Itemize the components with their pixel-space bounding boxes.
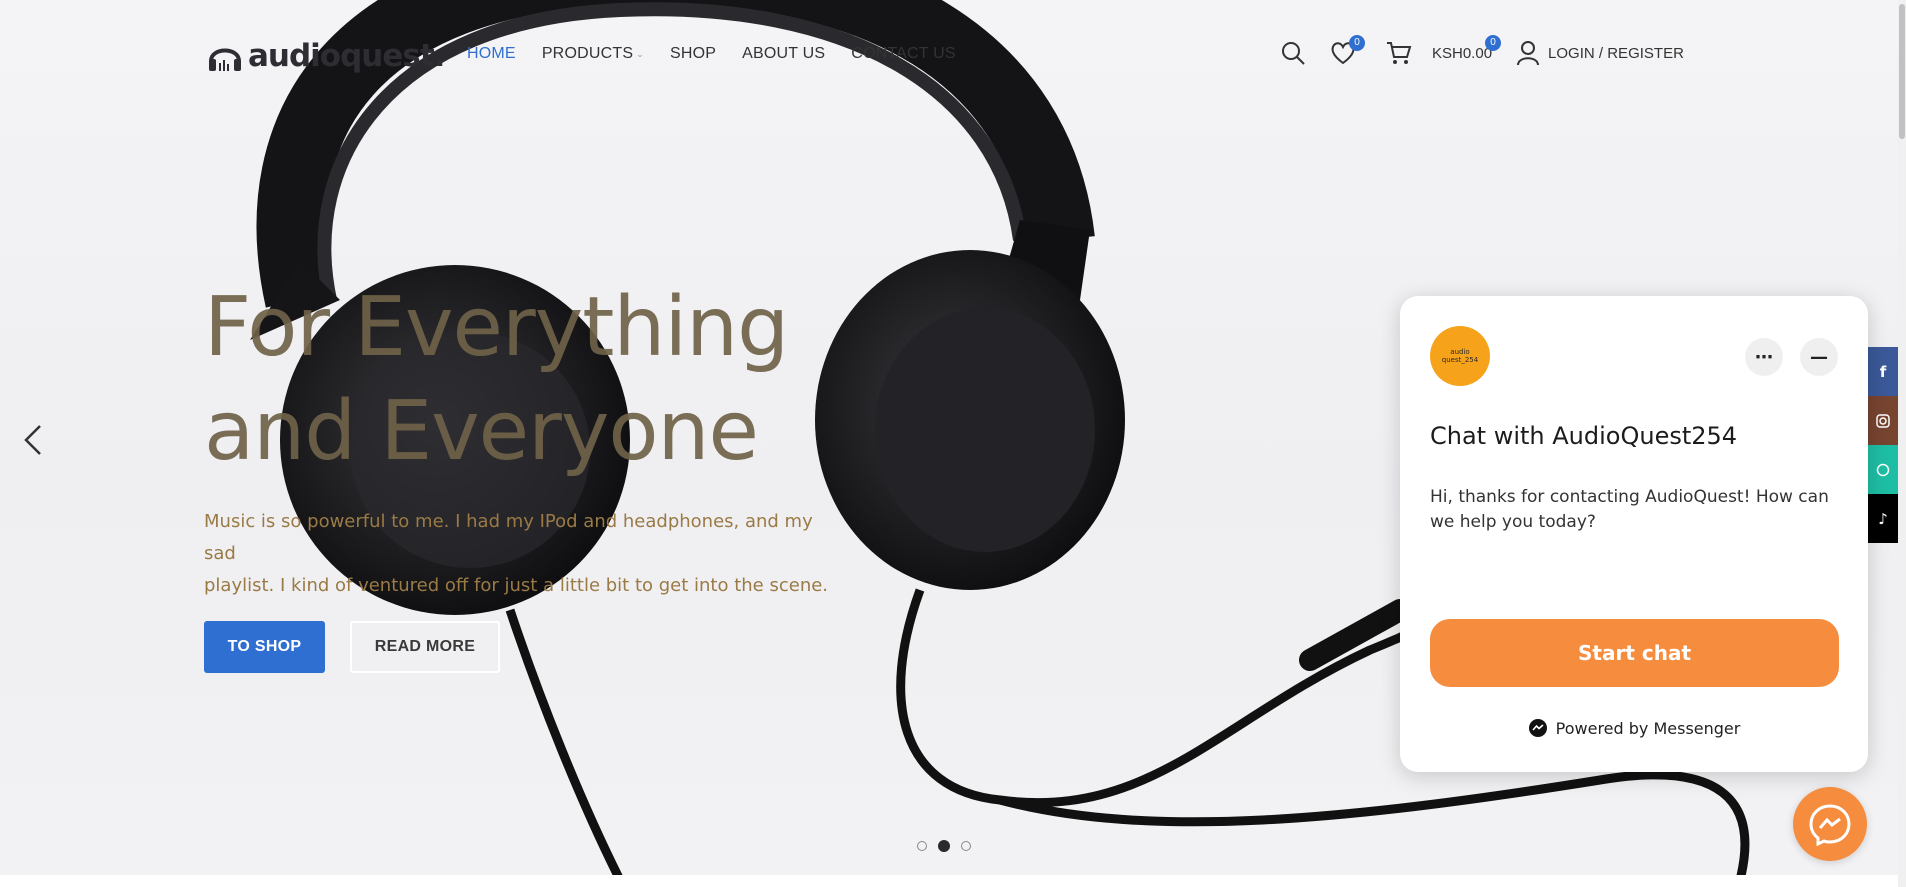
more-horizontal-icon: ⋯ (1755, 346, 1773, 368)
nav-products[interactable]: PRODUCTS ⌄ (542, 45, 644, 63)
cart-total: KSH0.00 (1432, 44, 1493, 62)
nav-about-label: ABOUT US (742, 45, 826, 62)
user-icon (1517, 41, 1540, 66)
slider-dot-3[interactable] (961, 841, 971, 851)
main-nav: HOME PRODUCTS ⌄ SHOP ABOUT US CONTACT US (467, 45, 956, 63)
to-shop-button[interactable]: TO SHOP (204, 621, 325, 673)
nav-shop-label: SHOP (669, 45, 717, 62)
start-chat-button[interactable]: Start chat (1430, 619, 1839, 687)
slider-prev-button[interactable] (18, 420, 48, 460)
login-label: LOGIN / REGISTER (1548, 44, 1684, 62)
scrollbar-thumb[interactable] (1899, 4, 1905, 139)
instagram-link[interactable] (1868, 396, 1898, 445)
site-header: audioquest. HOME PRODUCTS ⌄ SHOP ABOUT US… (0, 0, 1906, 112)
site-logo[interactable]: audioquest. (206, 36, 445, 76)
messenger-icon (1809, 804, 1851, 846)
search-icon (1282, 42, 1305, 65)
search-button[interactable] (1280, 40, 1306, 66)
chat-title: Chat with AudioQuest254 (1430, 422, 1738, 450)
page-scrollbar[interactable] (1898, 0, 1906, 887)
messenger-chat-widget: audio quest_254 ⋯ — Chat with AudioQuest… (1400, 296, 1868, 772)
cart-count-badge: 0 (1485, 35, 1502, 51)
facebook-link[interactable]: f (1868, 347, 1898, 396)
hero-headline-line1: For Everything (204, 280, 789, 375)
cart-button[interactable]: 0 KSH0.00 (1386, 35, 1502, 65)
hero-subtext-line2: playlist. I kind of ventured off for jus… (204, 575, 829, 596)
login-register-link[interactable]: LOGIN / REGISTER (1516, 40, 1684, 66)
page-avatar: audio quest_254 (1430, 326, 1490, 386)
minimize-icon: — (1810, 346, 1828, 368)
page-below-fold (0, 875, 1906, 887)
hero-subtext: Music is so powerful to me. I had my IPo… (204, 506, 844, 602)
cart-icon (1387, 42, 1412, 64)
tiktok-link[interactable]: ♪ (1868, 494, 1898, 543)
instagram-icon (1876, 413, 1890, 428)
chat-welcome-message: Hi, thanks for contacting AudioQuest! Ho… (1430, 487, 1829, 532)
logo-text: audioquest. (248, 38, 445, 74)
chevron-left-icon (24, 425, 41, 455)
facebook-icon: f (1879, 362, 1887, 381)
wishlist-count-badge: 0 (1349, 35, 1365, 51)
avatar-text-line2: quest_254 (1441, 356, 1479, 364)
read-more-button[interactable]: READ MORE (350, 621, 500, 673)
nav-contact[interactable]: CONTACT US (851, 45, 956, 63)
slider-dot-1[interactable] (917, 841, 927, 851)
wishlist-button[interactable]: 0 (1330, 35, 1365, 65)
slider-dots (917, 840, 971, 852)
more-options-button[interactable]: ⋯ (1745, 338, 1783, 376)
chevron-down-icon: ⌄ (636, 48, 644, 59)
avatar-text-line1: audio (1450, 348, 1470, 356)
powered-by-label: Powered by Messenger (1555, 718, 1741, 738)
headphones-logo-icon (209, 48, 241, 71)
nav-home-label: HOME (467, 45, 516, 62)
whatsapp-link[interactable] (1868, 445, 1898, 494)
nav-about[interactable]: ABOUT US (742, 45, 825, 63)
nav-shop[interactable]: SHOP (670, 45, 716, 63)
hero-subtext-line1: Music is so powerful to me. I had my IPo… (204, 511, 813, 564)
messenger-icon (1528, 719, 1547, 737)
slider-dot-2[interactable] (938, 840, 950, 852)
nav-home[interactable]: HOME (467, 45, 516, 63)
hero-headline: For Everything and Everyone (204, 276, 789, 484)
social-sidebar: f ♪ (1868, 347, 1898, 543)
hero-headline-line2: and Everyone (204, 384, 759, 479)
powered-by: Powered by Messenger (1400, 718, 1868, 738)
messenger-launcher-button[interactable] (1793, 787, 1867, 861)
nav-products-label: PRODUCTS (541, 45, 634, 62)
nav-contact-label: CONTACT US (851, 45, 956, 62)
minimize-button[interactable]: — (1800, 338, 1838, 376)
whatsapp-icon (1876, 463, 1890, 476)
header-tools: 0 0 KSH0.00 LOGIN / REGISTER (1280, 35, 1684, 66)
tiktok-icon: ♪ (1878, 509, 1888, 528)
